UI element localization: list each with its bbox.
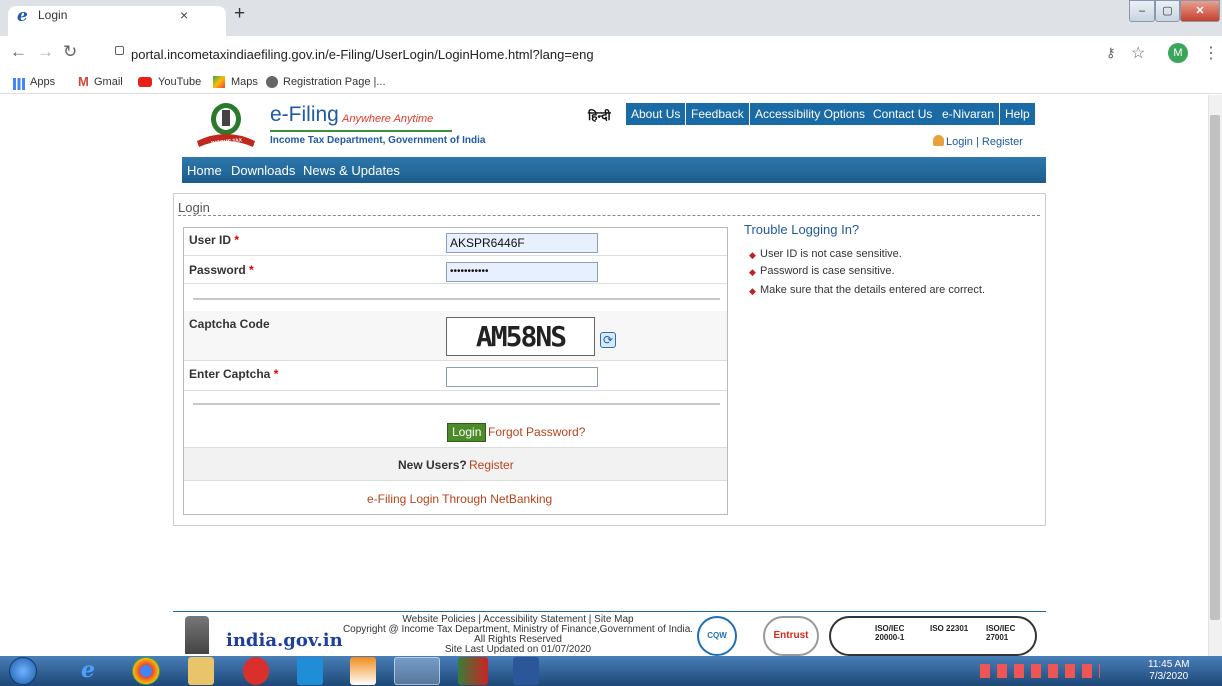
profile-avatar[interactable]: M xyxy=(1168,43,1188,63)
password-input[interactable]: ••••••••••• xyxy=(446,262,598,282)
bookmark-youtube[interactable]: YouTube xyxy=(158,76,201,88)
login-register-link[interactable]: Login | Register xyxy=(946,136,1023,148)
address-url[interactable]: portal.incometaxindiaefiling.gov.in/e-Fi… xyxy=(131,47,594,62)
accessibility-options-link[interactable]: Accessibility Options xyxy=(750,103,871,125)
site-tagline: Anywhere Anytime xyxy=(342,113,434,125)
nav-news-updates[interactable]: News & Updates xyxy=(303,163,400,178)
e-nivaran-link[interactable]: e-Nivaran xyxy=(937,103,1000,125)
netbanking-login-link[interactable]: e-Filing Login Through NetBanking xyxy=(367,492,552,506)
nav-downloads[interactable]: Downloads xyxy=(231,163,295,178)
tip-item: User ID is not case sensitive. xyxy=(760,248,902,260)
user-id-input[interactable]: AKSPR6446F xyxy=(446,233,598,253)
key-icon[interactable]: ⚷ xyxy=(1106,45,1116,61)
entrust-badge: Entrust xyxy=(763,616,819,656)
bullet-icon: ◆ xyxy=(749,286,756,296)
menu-icon[interactable]: ⋮ xyxy=(1203,43,1219,63)
tab-close-icon[interactable]: × xyxy=(180,7,188,23)
youtube-icon xyxy=(138,77,152,87)
login-button[interactable]: Login xyxy=(447,423,487,442)
login-heading: Login xyxy=(178,200,210,215)
bookmark-gmail[interactable]: Gmail xyxy=(94,76,123,88)
nav-home[interactable]: Home xyxy=(187,163,222,178)
captcha-input[interactable] xyxy=(446,367,598,387)
bullet-icon: ◆ xyxy=(749,267,756,277)
bullet-icon: ◆ xyxy=(749,250,756,260)
maximize-button[interactable]: ▢ xyxy=(1155,0,1180,22)
video-taskbar-icon[interactable] xyxy=(297,657,323,685)
vlc-taskbar-icon[interactable] xyxy=(350,657,376,685)
forward-icon[interactable]: → xyxy=(37,42,54,62)
title-underline xyxy=(270,130,452,132)
tab-title: Login xyxy=(38,8,68,22)
form-divider xyxy=(193,298,720,300)
chrome-taskbar-icon[interactable] xyxy=(132,657,160,685)
captcha-code-label: Captcha Code xyxy=(189,317,270,331)
new-tab-button[interactable]: + xyxy=(234,3,245,25)
new-users-label: New Users? xyxy=(398,458,467,472)
help-link[interactable]: Help xyxy=(1000,103,1035,125)
user-id-label: User ID * xyxy=(189,233,240,247)
bookmark-apps[interactable]: Apps xyxy=(30,76,55,88)
globe-icon xyxy=(266,76,278,88)
close-window-button[interactable]: ✕ xyxy=(1180,0,1220,22)
enter-captcha-label: Enter Captcha * xyxy=(189,367,279,381)
register-link[interactable]: Register xyxy=(469,458,514,472)
site-title: e-Filing xyxy=(270,103,339,126)
star-icon[interactable]: ☆ xyxy=(1131,43,1145,63)
refresh-captcha-icon[interactable]: ⟳ xyxy=(600,332,616,348)
start-button-icon[interactable] xyxy=(9,657,37,685)
scrollbar-thumb[interactable] xyxy=(1210,115,1220,620)
chrome-active-taskbar-icon[interactable] xyxy=(394,657,440,685)
reload-icon[interactable]: ↻ xyxy=(63,42,77,62)
taskbar-clock[interactable]: 11:45 AM 7/3/2020 xyxy=(1148,659,1190,683)
footer-updated: Site Last Updated on 01/07/2020 xyxy=(444,644,592,655)
iso-22301-text: ISO 22301 xyxy=(930,624,969,633)
apps-grid-icon xyxy=(13,78,25,90)
site-subtitle: Income Tax Department, Government of Ind… xyxy=(270,135,486,146)
user-icon xyxy=(933,135,944,146)
back-icon[interactable]: ← xyxy=(10,42,27,62)
iso-27001-text: ISO/IEC 27001 xyxy=(986,624,1016,642)
contact-us-link[interactable]: Contact Us xyxy=(868,103,938,125)
india-gov-logo[interactable]: india.gov.in xyxy=(226,630,343,651)
app-taskbar-icon[interactable] xyxy=(458,657,488,685)
iso-20000-text: ISO/IEC 20000-1 xyxy=(875,624,905,642)
heading-divider xyxy=(178,215,1040,216)
forgot-password-link[interactable]: Forgot Password? xyxy=(488,425,585,439)
lock-icon xyxy=(115,46,124,55)
feedback-link[interactable]: Feedback xyxy=(686,103,749,125)
bookmark-maps[interactable]: Maps xyxy=(231,76,258,88)
password-label: Password * xyxy=(189,263,254,277)
ie-favicon-icon: e xyxy=(17,6,28,26)
maps-icon xyxy=(213,76,225,88)
national-emblem-icon xyxy=(185,616,209,654)
hindi-link[interactable]: हिन्दी xyxy=(588,107,611,124)
word-taskbar-icon[interactable] xyxy=(513,657,539,685)
system-tray-icons[interactable] xyxy=(980,664,1100,678)
tip-item: Make sure that the details entered are c… xyxy=(760,284,986,296)
form-divider-2 xyxy=(193,403,720,405)
trouble-heading: Trouble Logging In? xyxy=(744,222,860,237)
media-player-taskbar-icon[interactable] xyxy=(243,657,269,685)
explorer-taskbar-icon[interactable] xyxy=(188,657,214,685)
captcha-image: AM58NS xyxy=(446,317,595,356)
ie-taskbar-icon[interactable]: e xyxy=(66,657,110,685)
cqw-badge: CQW xyxy=(697,616,737,656)
bookmark-registration[interactable]: Registration Page |... xyxy=(283,76,386,88)
gmail-icon: M xyxy=(78,74,89,89)
footer-divider xyxy=(173,611,1046,612)
minimize-button[interactable]: – xyxy=(1129,0,1155,22)
about-us-link[interactable]: About Us xyxy=(626,103,686,125)
tip-item: Password is case sensitive. xyxy=(760,265,895,277)
